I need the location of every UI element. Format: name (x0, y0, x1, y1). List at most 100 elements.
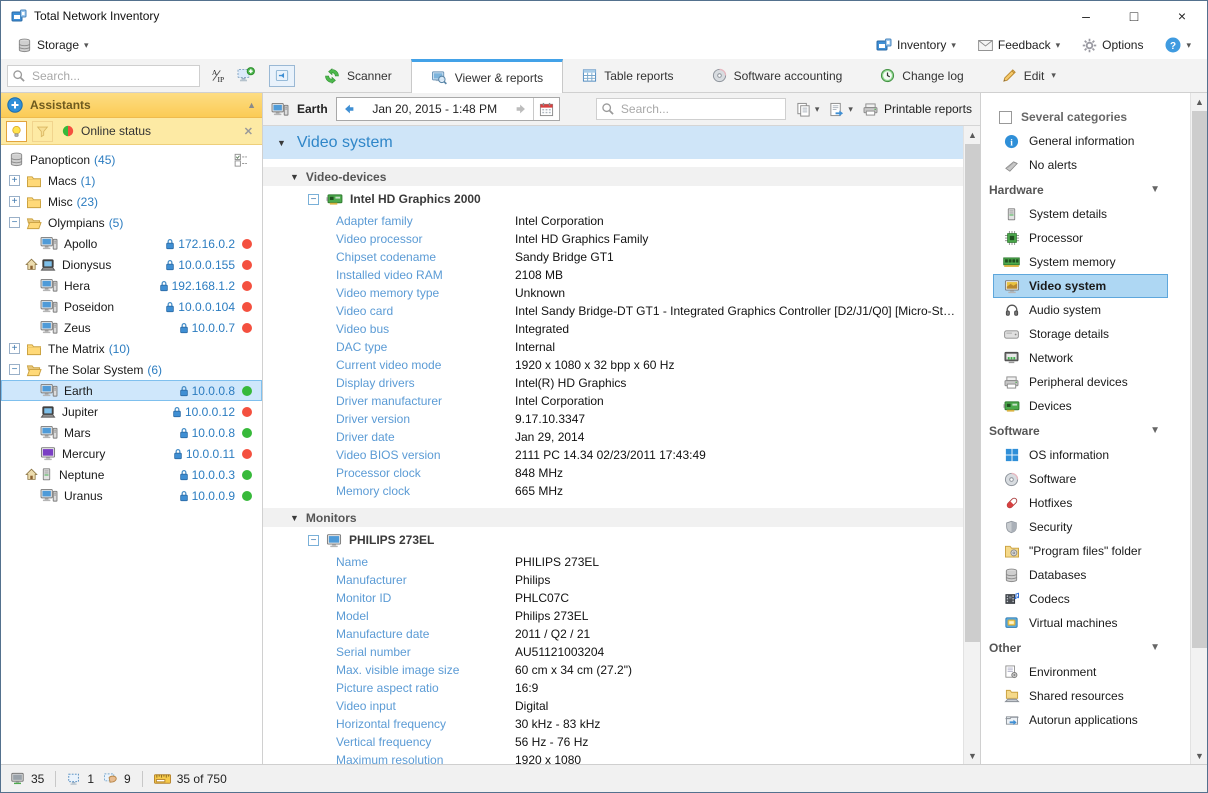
assistants-header[interactable]: Assistants ▲ (1, 93, 262, 118)
options-menu[interactable]: Options (1076, 36, 1149, 55)
tree-node-mars[interactable]: Mars10.0.0.8 (1, 422, 262, 443)
copy-report-button[interactable]: ▾ (796, 102, 820, 117)
category-autorun-applications[interactable]: Autorun applications (981, 708, 1168, 732)
category-virtual-machines[interactable]: Virtual machines (981, 611, 1168, 635)
collapse-icon[interactable]: − (308, 194, 319, 205)
category-system-memory[interactable]: System memory (981, 250, 1168, 274)
category-shared-resources[interactable]: Shared resources (981, 684, 1168, 708)
category-processor[interactable]: Processor (981, 226, 1168, 250)
checkbox-list-icon[interactable] (234, 153, 252, 167)
tree-node-olympians[interactable]: −Olympians(5) (1, 212, 262, 233)
scroll-up-icon[interactable]: ▲ (964, 126, 981, 143)
highlight-toggle-button[interactable] (6, 121, 27, 142)
expand-icon[interactable]: + (9, 343, 20, 354)
report-scrollbar[interactable]: ▲ ▼ (963, 126, 980, 764)
tree-node-misc[interactable]: +Misc(23) (1, 191, 262, 212)
scrollbar-thumb[interactable] (965, 144, 980, 642)
name-ip-toggle-icon[interactable]: AIP (206, 68, 229, 83)
collapse-up-icon[interactable]: ▲ (247, 100, 256, 110)
section-header-video-system[interactable]: ▼ Video system (263, 126, 963, 159)
category-group-other[interactable]: Other▼ (981, 635, 1190, 660)
storage-menu[interactable]: Storage ▾ (11, 36, 95, 55)
tree-node-dionysus[interactable]: Dionysus10.0.0.155 (1, 254, 262, 275)
tree-node-macs[interactable]: +Macs(1) (1, 170, 262, 191)
tab-table-reports[interactable]: Table reports (563, 59, 692, 92)
category-databases[interactable]: Databases (981, 563, 1168, 587)
tab-scanner[interactable]: Scanner (305, 59, 411, 92)
category-hotfixes[interactable]: Hotfixes (981, 491, 1168, 515)
collapse-sidebar-button[interactable] (269, 65, 295, 87)
expand-icon[interactable]: + (9, 175, 20, 186)
category-environment[interactable]: Environment (981, 660, 1168, 684)
checkbox-icon[interactable] (999, 111, 1012, 124)
tree-node-panopticon[interactable]: Panopticon(45) (1, 149, 262, 170)
printable-reports-button[interactable]: Printable reports (863, 102, 972, 116)
category-video-system[interactable]: Video system (993, 274, 1168, 298)
category-group-software[interactable]: Software▼ (981, 418, 1190, 443)
tree-node-earth[interactable]: Earth10.0.0.8 (1, 380, 262, 401)
property-row: Installed video RAM2108 MB (263, 266, 963, 284)
scroll-down-icon[interactable]: ▼ (964, 747, 981, 764)
tab-software-accounting[interactable]: Software accounting (693, 59, 862, 92)
previous-snapshot-button[interactable] (337, 98, 361, 120)
close-icon[interactable]: ✕ (244, 125, 257, 138)
tree-node-uranus[interactable]: Uranus10.0.0.9 (1, 485, 262, 506)
category-audio-system[interactable]: Audio system (981, 298, 1168, 322)
expand-icon[interactable]: + (9, 196, 20, 207)
tree-node-hera[interactable]: Hera192.168.1.2 (1, 275, 262, 296)
network-search-input[interactable] (7, 65, 200, 87)
next-snapshot-button[interactable] (509, 98, 533, 120)
close-button[interactable]: × (1175, 8, 1189, 24)
category-software[interactable]: Software (981, 467, 1168, 491)
category-network[interactable]: Network (981, 346, 1168, 370)
category-devices[interactable]: Devices (981, 394, 1168, 418)
categories-scrollbar[interactable]: ▲ ▼ (1190, 93, 1207, 764)
category-system-details[interactable]: System details (981, 202, 1168, 226)
category-security[interactable]: Security (981, 515, 1168, 539)
filter-toggle-button[interactable] (32, 121, 53, 142)
tree-node-poseidon[interactable]: Poseidon10.0.0.104 (1, 296, 262, 317)
feedback-menu[interactable]: Feedback ▾ (972, 36, 1066, 54)
scrollbar-thumb[interactable] (1192, 111, 1207, 648)
category-codecs[interactable]: Codecs (981, 587, 1168, 611)
several-categories-toggle[interactable]: Several categories (981, 105, 1190, 129)
scroll-up-icon[interactable]: ▲ (1191, 93, 1208, 110)
category-no-alerts[interactable]: No alerts (981, 153, 1168, 177)
minimize-button[interactable]: – (1079, 8, 1093, 24)
tab-viewer-reports[interactable]: Viewer & reports (411, 59, 563, 93)
tree-node-jupiter[interactable]: Jupiter10.0.0.12 (1, 401, 262, 422)
category-program-files-folder[interactable]: "Program files" folder (981, 539, 1168, 563)
export-report-button[interactable]: ▾ (829, 102, 853, 117)
collapse-icon[interactable]: − (9, 217, 20, 228)
node-count: (1) (81, 174, 96, 188)
add-assistant-icon[interactable] (7, 97, 23, 113)
scroll-down-icon[interactable]: ▼ (1191, 747, 1208, 764)
category-peripheral-devices[interactable]: Peripheral devices (981, 370, 1168, 394)
collapse-icon[interactable]: − (9, 364, 20, 375)
videosys-icon (1003, 279, 1020, 294)
add-network-node-icon[interactable] (235, 67, 257, 84)
tree-node-mercury[interactable]: Mercury10.0.0.11 (1, 443, 262, 464)
category-storage-details[interactable]: Storage details (981, 322, 1168, 346)
group-header-video-devices[interactable]: ▼Video-devices (263, 167, 963, 186)
tree-node-zeus[interactable]: Zeus10.0.0.7 (1, 317, 262, 338)
category-os-information[interactable]: OS information (981, 443, 1168, 467)
inventory-menu[interactable]: Inventory ▾ (870, 35, 962, 55)
home-icon (25, 258, 40, 271)
device-row-philips-273el[interactable]: −PHILIPS 273EL (263, 527, 963, 553)
tree-node-neptune[interactable]: Neptune10.0.0.3 (1, 464, 262, 485)
report-search-input[interactable] (596, 98, 786, 120)
collapse-icon[interactable]: − (308, 535, 319, 546)
group-header-monitors[interactable]: ▼Monitors (263, 508, 963, 527)
help-menu[interactable]: ? ▾ (1159, 35, 1197, 55)
tab-change-log[interactable]: Change log (861, 59, 982, 92)
tab-edit[interactable]: Edit▾ (983, 59, 1075, 92)
tree-node-the-matrix[interactable]: +The Matrix(10) (1, 338, 262, 359)
tree-node-the-solar-system[interactable]: −The Solar System(6) (1, 359, 262, 380)
category-group-hardware[interactable]: Hardware▼ (981, 177, 1190, 202)
calendar-button[interactable] (533, 98, 559, 120)
maximize-button[interactable]: □ (1127, 8, 1141, 24)
tree-node-apollo[interactable]: Apollo172.16.0.2 (1, 233, 262, 254)
category-general-information[interactable]: iGeneral information (981, 129, 1168, 153)
device-row-intel-hd-graphics-2000[interactable]: −Intel HD Graphics 2000 (263, 186, 963, 212)
